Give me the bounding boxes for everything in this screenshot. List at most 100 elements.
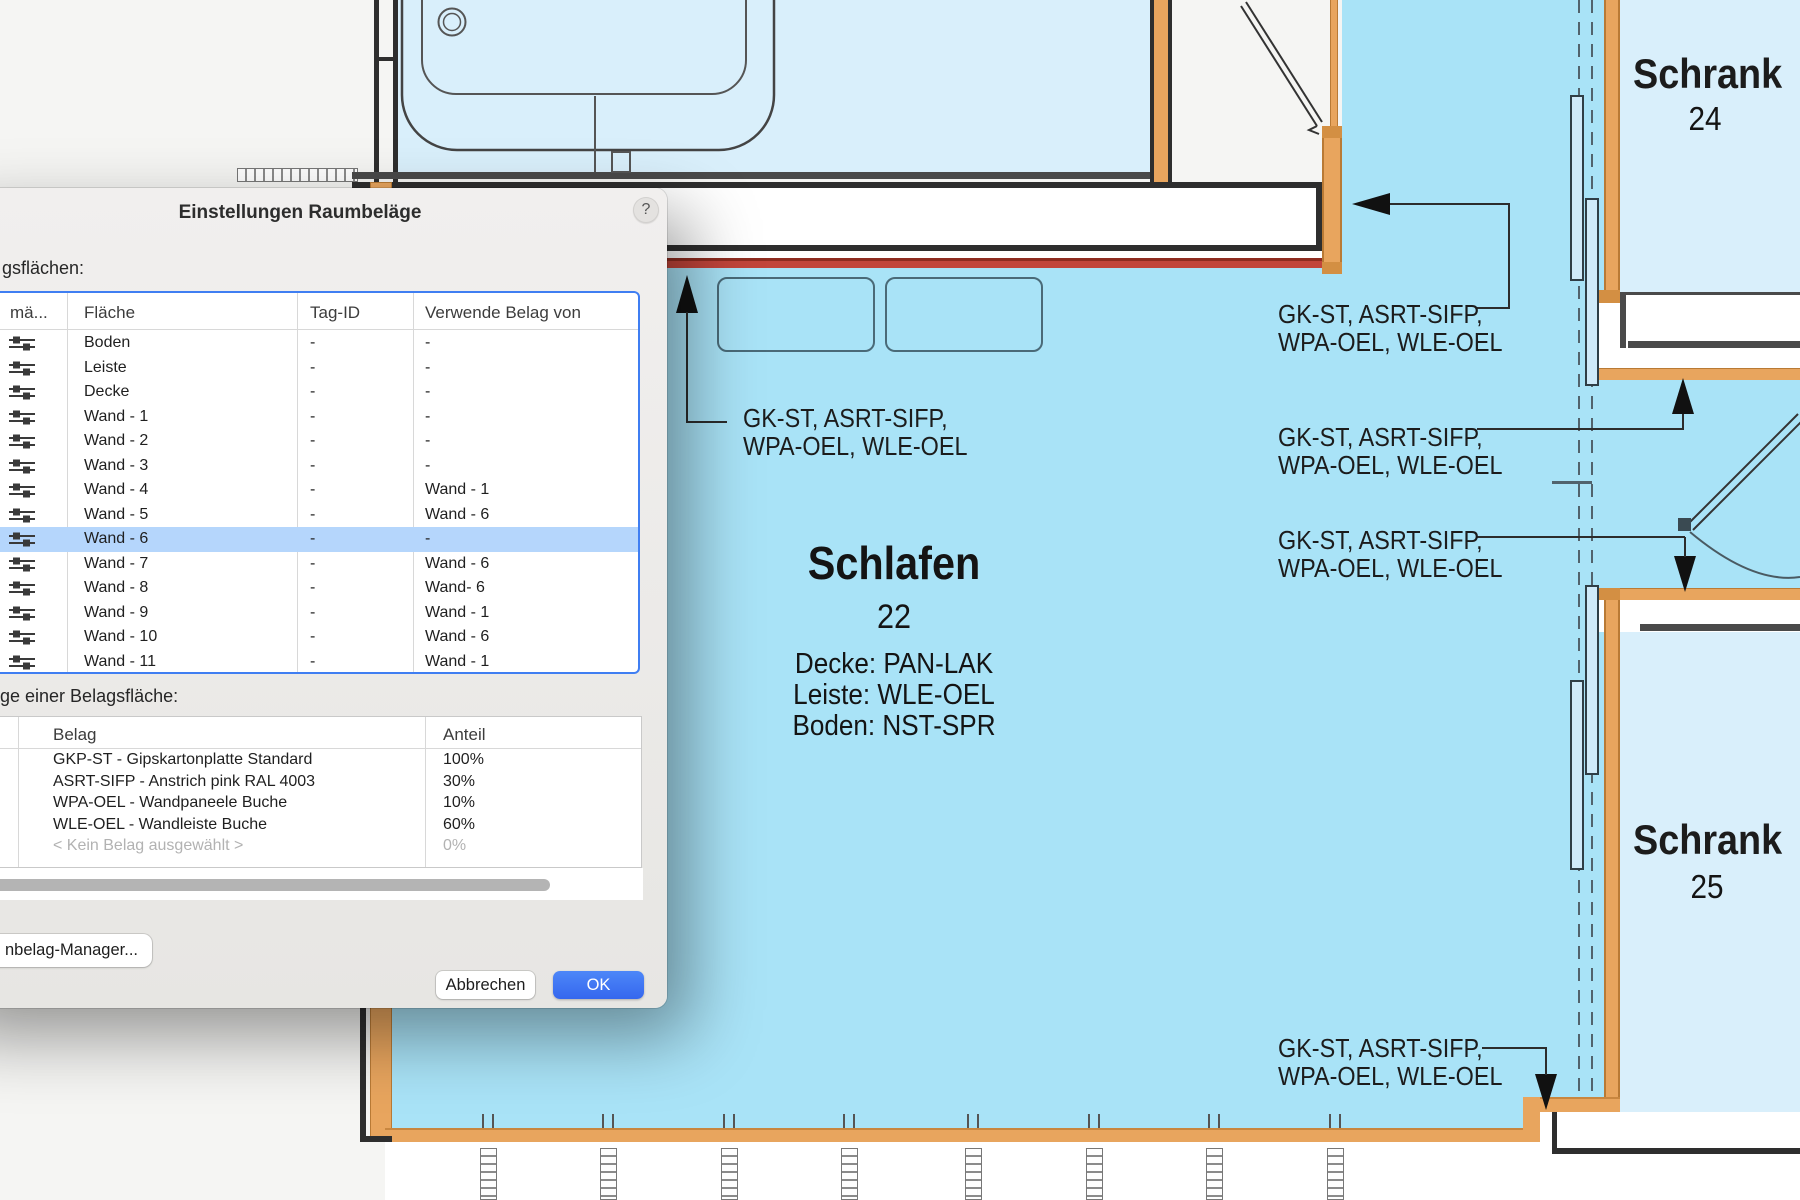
sliding-door-panel[interactable] (1585, 585, 1599, 775)
surface-row[interactable]: Wand - 8 - Wand- 6 (0, 576, 638, 601)
surface-name: Wand - 10 (84, 628, 157, 646)
mullion-tick (967, 1114, 969, 1128)
leader-line (1684, 537, 1686, 557)
surface-row[interactable]: Leiste - - (0, 356, 638, 381)
mullion-tick (723, 1114, 725, 1128)
app-canvas: GK-ST, ASRT-SIFP, WPA-OEL, WLE-OEL GK-ST… (0, 0, 1800, 1200)
sliding-door-panel[interactable] (1585, 198, 1599, 386)
surface-row[interactable]: Wand - 9 - Wand - 1 (0, 601, 638, 626)
column-header-verwende-belag-von: Verwende Belag von (425, 303, 581, 323)
surface-name: Wand - 11 (84, 653, 156, 671)
surface-name: Wand - 9 (84, 604, 148, 622)
surface-row[interactable]: Wand - 6 - - (0, 527, 638, 552)
surface-row[interactable]: Wand - 2 - - (0, 429, 638, 454)
leader-line (1390, 203, 1509, 205)
help-button[interactable]: ? (633, 197, 659, 223)
sliders-icon[interactable] (8, 360, 36, 376)
sliders-icon[interactable] (8, 384, 36, 400)
surface-tag-id: - (310, 530, 315, 548)
surface-belag-von: - (425, 383, 430, 401)
surface-row[interactable]: Decke - - (0, 380, 638, 405)
sliders-icon[interactable] (8, 335, 36, 351)
coverings-table: Belag Anteil GKP-ST - Gipskartonplatte S… (0, 716, 642, 868)
surface-name: Decke (84, 383, 129, 401)
annotation-arrow-down (1535, 1074, 1557, 1110)
sliding-door-panel[interactable] (1570, 680, 1584, 870)
door-niche[interactable] (1604, 380, 1800, 588)
covering-row[interactable]: WLE-OEL - Wandleiste Buche 60% (0, 815, 641, 836)
surface-belag-von: - (425, 359, 430, 377)
sliders-icon[interactable] (8, 409, 36, 425)
annotation-line: WPA-OEL, WLE-OEL (1278, 1062, 1503, 1090)
surface-row[interactable]: Wand - 1 - - (0, 405, 638, 430)
coverings-section-label: ge einer Belagsfläche: (0, 686, 178, 707)
surface-name: Wand - 1 (84, 408, 148, 426)
surface-name: Wand - 5 (84, 506, 148, 524)
sliders-icon[interactable] (8, 433, 36, 449)
cancel-button[interactable]: Abbrechen (436, 971, 535, 999)
covering-row[interactable]: ASRT-SIFP - Anstrich pink RAL 4003 30% (0, 772, 641, 793)
sliders-icon[interactable] (8, 605, 36, 621)
sliders-icon[interactable] (8, 458, 36, 474)
surface-row[interactable]: Wand - 5 - Wand - 6 (0, 503, 638, 528)
wall-hatch (237, 168, 358, 182)
surface-row[interactable]: Wand - 7 - Wand - 6 (0, 552, 638, 577)
surface-row[interactable]: Wand - 3 - - (0, 454, 638, 479)
surface-row[interactable]: Wand - 11 - Wand - 1 (0, 650, 638, 675)
column-hatch (1086, 1148, 1103, 1200)
surface-belag-von: Wand - 6 (425, 555, 489, 573)
surface-belag-von: - (425, 334, 430, 352)
covering-row[interactable]: GKP-ST - Gipskartonplatte Standard 100% (0, 750, 641, 771)
wall (393, 0, 398, 182)
sliders-icon[interactable] (8, 654, 36, 670)
dialog-raumbelaege: Einstellungen Raumbeläge ? gsflächen: mä… (0, 188, 667, 1008)
room-schrank-24[interactable] (1620, 0, 1800, 292)
wall (385, 1128, 1523, 1142)
wall (1593, 588, 1800, 600)
annotation-line: GK-ST, ASRT-SIFP, (743, 404, 968, 432)
sliders-icon[interactable] (8, 482, 36, 498)
covering-share: 100% (443, 751, 484, 769)
furniture[interactable] (885, 277, 1043, 352)
scrollbar-thumb[interactable] (0, 879, 550, 891)
surface-row[interactable]: Wand - 4 - Wand - 1 (0, 478, 638, 503)
covering-annotation: GK-ST, ASRT-SIFP, WPA-OEL, WLE-OEL (743, 404, 968, 460)
wall (1640, 624, 1800, 631)
wall (1604, 0, 1620, 292)
furniture[interactable] (717, 277, 875, 352)
surface-tag-id: - (310, 334, 315, 352)
sliders-icon[interactable] (8, 507, 36, 523)
ok-button[interactable]: OK (553, 971, 644, 999)
covering-name: GKP-ST - Gipskartonplatte Standard (53, 751, 312, 769)
room-bathroom[interactable] (398, 0, 1152, 172)
surface-tag-id: - (310, 383, 315, 401)
surface-row[interactable]: Wand - 10 - Wand - 6 (0, 625, 638, 650)
sliders-icon[interactable] (8, 556, 36, 572)
surface-tag-id: - (310, 555, 315, 573)
corridor-upper[interactable] (1342, 0, 1578, 268)
surface-name: Wand - 8 (84, 579, 148, 597)
door-frame-cap (1322, 262, 1342, 274)
covering-row[interactable]: WPA-OEL - Wandpaneele Buche 10% (0, 793, 641, 814)
surface-row[interactable]: Boden - - (0, 331, 638, 356)
annotation-line: GK-ST, ASRT-SIFP, (1278, 526, 1503, 554)
sliding-door-panel[interactable] (1570, 95, 1584, 281)
wall (1628, 341, 1800, 348)
surface-name: Wand - 2 (84, 432, 148, 450)
annotation-arrow-up (676, 275, 698, 313)
surface-belag-von: Wand - 1 (425, 653, 489, 671)
surface-tag-id: - (310, 408, 315, 426)
column-hatch (1206, 1148, 1223, 1200)
belag-manager-button[interactable]: nbelag-Manager... (0, 934, 152, 967)
wall (385, 1142, 1523, 1200)
sliders-icon[interactable] (8, 531, 36, 547)
sliders-icon[interactable] (8, 629, 36, 645)
surfaces-section-label: gsflächen: (2, 258, 84, 279)
wall (352, 172, 1152, 179)
sliders-icon[interactable] (8, 580, 36, 596)
column-header-flaeche: Fläche (84, 303, 135, 323)
covering-name: < Kein Belag ausgewählt > (53, 837, 243, 855)
annotation-arrow-up (1672, 378, 1694, 414)
mullion-tick (1208, 1114, 1210, 1128)
covering-row[interactable]: < Kein Belag ausgewählt > 0% (0, 836, 641, 857)
